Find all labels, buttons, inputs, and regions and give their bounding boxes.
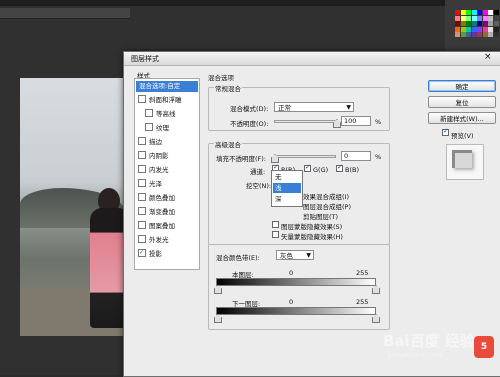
style-preview-shape (452, 150, 472, 168)
knockout-option-shallow[interactable]: 浅 (273, 183, 301, 193)
reset-button[interactable]: 复位 (428, 96, 496, 108)
style-item[interactable]: 斜面和浮雕 (136, 95, 198, 106)
style-item-checkbox[interactable] (138, 137, 146, 145)
dialog-titlebar[interactable]: 图层样式 × (124, 52, 500, 66)
channel-g-checkbox[interactable] (304, 163, 311, 172)
style-item-checkbox[interactable] (145, 123, 153, 131)
style-item[interactable]: 颜色叠加 (136, 193, 198, 204)
opacity-slider[interactable] (274, 120, 336, 123)
layer-mask-hides-label: 图层蒙版隐藏效果(S) (281, 223, 343, 231)
watermark-text: Bai百度 经验 (383, 332, 475, 350)
style-item[interactable]: 光泽 (136, 179, 198, 190)
dialog-title: 图层样式 (131, 55, 159, 63)
layer-mask-hides-checkbox[interactable] (272, 221, 279, 228)
style-item-label: 渐变叠加 (149, 208, 175, 216)
style-item-label: 纹理 (156, 124, 169, 132)
blend-mode-select[interactable]: 正常 ▼ (274, 102, 354, 112)
style-item[interactable]: 描边 (136, 137, 198, 148)
style-item-label: 斜面和浮雕 (149, 96, 182, 104)
layer-style-dialog: 图层样式 × 样式 混合选项:自定 斜面和浮雕 等高线 纹理 描边 内阴影 内发光 光泽 颜色叠… (123, 51, 500, 377)
blend-options-title: 混合选项 (208, 74, 234, 82)
watermark-logo-icon: 5 (474, 336, 494, 358)
blend-if-label: 混合颜色带(E): (216, 254, 260, 262)
channels-label: 通道: (250, 168, 266, 176)
fill-opacity-input[interactable]: 0 (341, 151, 371, 161)
knockout-label: 挖空(N): (246, 182, 272, 190)
channel-b-checkbox[interactable] (336, 163, 343, 172)
style-item[interactable]: 纹理 (136, 123, 198, 134)
blend-if-value: 灰色 (280, 252, 293, 260)
style-item-label: 外发光 (149, 236, 169, 244)
style-item-checkbox[interactable] (138, 179, 146, 187)
blend-interior-label: 效果混合成组(I) (303, 193, 349, 201)
canvas-photo (20, 78, 125, 336)
style-item[interactable]: 外发光 (136, 235, 198, 246)
style-item-checkbox[interactable] (138, 165, 146, 173)
preview-checkbox[interactable] (442, 127, 449, 136)
opacity-unit: % (375, 118, 382, 126)
style-item-checkbox[interactable] (138, 95, 146, 103)
style-item-label: 内阴影 (149, 152, 169, 160)
blend-mode-label: 混合模式(D): (230, 105, 269, 113)
menu-strip (0, 0, 500, 6)
ok-button[interactable]: 确定 (428, 80, 496, 92)
chevron-down-icon: ▼ (346, 104, 351, 111)
chevron-down-icon: ▼ (306, 252, 311, 259)
transparency-shapes-label: 剪贴图层(T) (303, 213, 339, 221)
style-item-label: 等高线 (156, 110, 176, 118)
style-item-checkbox[interactable] (138, 247, 146, 258)
new-style-button[interactable]: 新建样式(W)... (428, 112, 496, 124)
fill-opacity-unit: % (375, 153, 382, 161)
underlying-layer-min: 0 (289, 298, 294, 306)
blend-mode-value: 正常 (278, 104, 291, 112)
style-item[interactable]: 内发光 (136, 165, 198, 176)
channel-g-label: G(G) (313, 166, 329, 174)
watermark-url: jingyan.baidu.com (388, 352, 444, 359)
style-item-label: 描边 (149, 138, 162, 146)
style-item-label: 投影 (149, 250, 162, 258)
channel-b-label: B(B) (345, 166, 359, 174)
style-item[interactable]: 投影 (136, 247, 198, 260)
style-item-checkbox[interactable] (138, 193, 146, 201)
style-item[interactable]: 内阴影 (136, 151, 198, 162)
blend-clipped-label: 图层混合成组(P) (303, 203, 351, 211)
style-item-label: 颜色叠加 (149, 194, 175, 202)
close-icon[interactable]: × (484, 52, 492, 62)
this-layer-min: 0 (289, 269, 294, 277)
general-blending-title: 常规混合 (214, 83, 242, 93)
style-item-checkbox[interactable] (138, 235, 146, 243)
swatches-panel[interactable] (455, 10, 499, 48)
vector-mask-hides-label: 矢量蒙版隐藏效果(H) (281, 233, 343, 241)
document-tab[interactable] (0, 8, 130, 19)
style-item-checkbox[interactable] (138, 151, 146, 159)
style-item[interactable]: 图案叠加 (136, 221, 198, 232)
style-item[interactable]: 渐变叠加 (136, 207, 198, 218)
knockout-option-none[interactable]: 无 (273, 172, 301, 182)
underlying-layer-gradient (216, 307, 376, 315)
blend-if-select[interactable]: 灰色 ▼ (276, 250, 314, 260)
style-item-label: 混合选项:自定 (139, 82, 181, 90)
preview-label: 预览(V) (451, 132, 474, 140)
vector-mask-hides-checkbox[interactable] (272, 231, 279, 238)
style-item-label: 内发光 (149, 166, 169, 174)
underlying-layer-max: 255 (356, 298, 369, 306)
style-item-label: 光泽 (149, 180, 162, 188)
style-item[interactable]: 混合选项:自定 (136, 81, 198, 92)
knockout-option-deep[interactable]: 深 (273, 194, 301, 204)
style-item-checkbox[interactable] (145, 109, 153, 117)
style-item-label: 图案叠加 (149, 222, 175, 230)
this-layer-max: 255 (356, 269, 369, 277)
this-layer-gradient (216, 278, 376, 286)
style-item-checkbox[interactable] (138, 221, 146, 229)
style-item[interactable]: 等高线 (136, 109, 198, 120)
opacity-input[interactable]: 100 (341, 116, 371, 126)
style-item-checkbox[interactable] (138, 207, 146, 215)
style-list: 混合选项:自定斜面和浮雕等高线纹理描边内阴影内发光光泽颜色叠加渐变叠加图案叠加外… (134, 78, 200, 270)
advanced-blending-title: 高级混合 (214, 139, 242, 149)
opacity-label: 不透明度(O): (230, 120, 269, 128)
fill-opacity-label: 填充不透明度(F): (216, 155, 267, 163)
fill-opacity-slider[interactable] (274, 155, 336, 158)
knockout-dropdown-menu: 无 浅 深 (271, 170, 303, 207)
